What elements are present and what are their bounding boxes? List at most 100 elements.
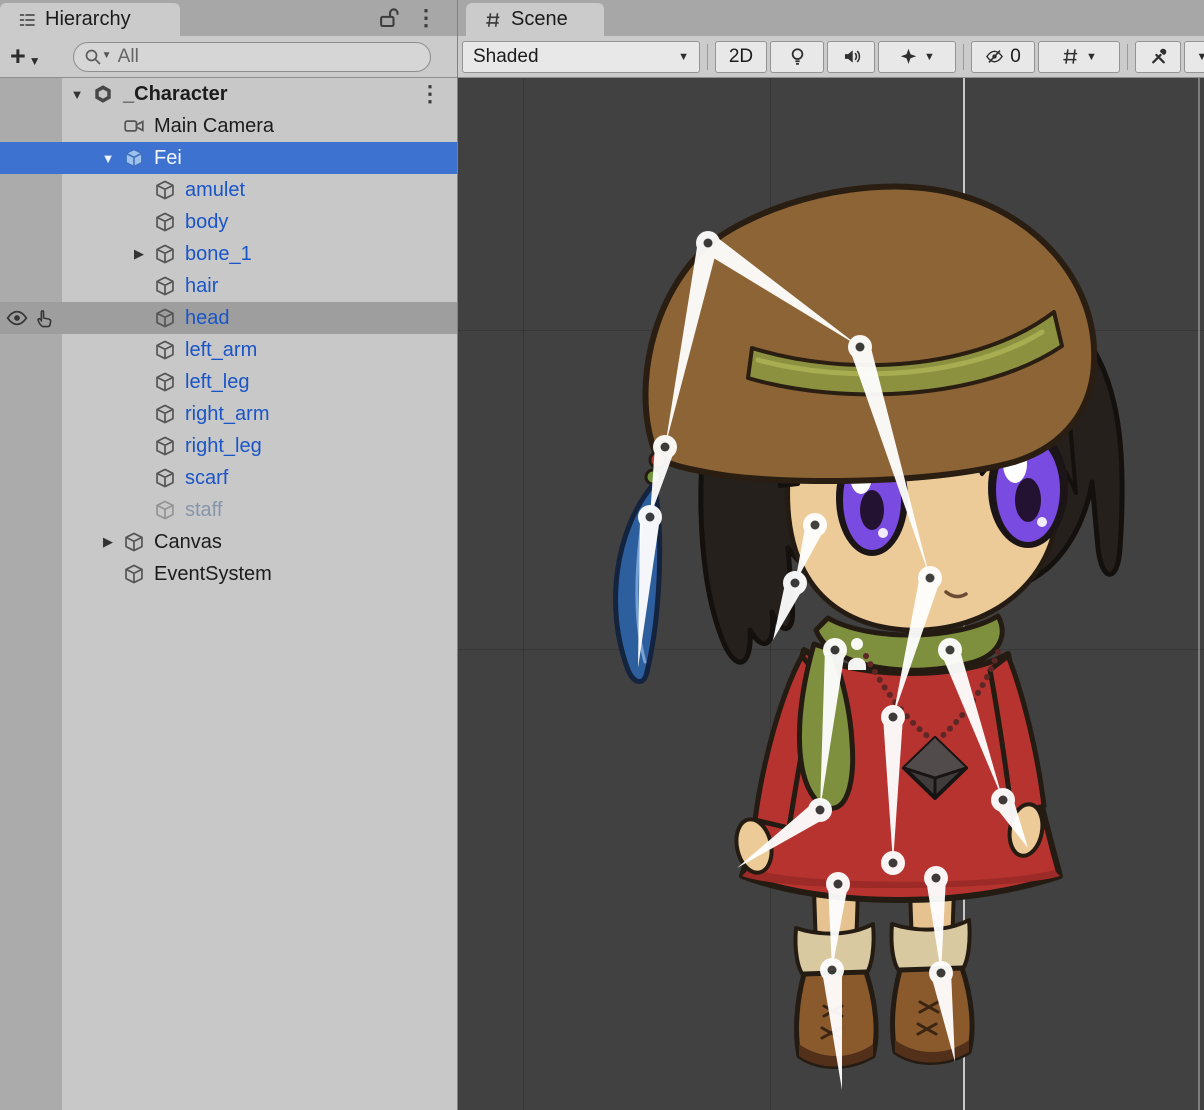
foldout-right-icon[interactable]: ▶ xyxy=(93,534,123,550)
cube-icon xyxy=(154,275,176,297)
hierarchy-item-left_arm[interactable]: left_arm xyxy=(0,334,457,366)
item-label: head xyxy=(185,307,230,330)
scene-viewport[interactable] xyxy=(458,78,1204,1110)
item-label: amulet xyxy=(185,179,245,202)
add-object-button[interactable]: + ▼ xyxy=(10,43,41,70)
2d-toggle-button[interactable]: 2D xyxy=(715,41,767,73)
foldout-down-icon[interactable]: ▼ xyxy=(93,151,123,166)
visibility-off-icon xyxy=(985,47,1004,66)
item-label: Main Camera xyxy=(154,115,274,138)
camera-icon xyxy=(123,115,145,137)
cube-icon xyxy=(154,211,176,233)
item-label: staff xyxy=(185,499,222,522)
cube-icon xyxy=(154,179,176,201)
scene-toolbar: Shaded ▼ 2D ▼ xyxy=(458,36,1204,78)
item-options-icon[interactable]: ⋮ xyxy=(419,81,441,107)
item-label: left_leg xyxy=(185,371,250,394)
hidden-count-label: 0 xyxy=(1010,46,1021,68)
tools-icon xyxy=(1149,47,1168,66)
item-label: _Character xyxy=(123,83,228,106)
cube-icon xyxy=(123,563,145,585)
hierarchy-search-input[interactable] xyxy=(73,42,431,72)
hierarchy-item-hair[interactable]: hair xyxy=(0,270,457,302)
eye-icon[interactable] xyxy=(6,307,28,329)
scene-lighting-toggle[interactable] xyxy=(770,41,824,73)
shading-mode-dropdown[interactable]: Shaded ▼ xyxy=(462,41,700,73)
chevron-down-icon: ▼ xyxy=(1197,51,1204,63)
tab-scene-label: Scene xyxy=(511,8,568,31)
search-icon xyxy=(84,48,102,66)
hierarchy-search: ▼ xyxy=(73,42,431,72)
foldout-down-icon[interactable]: ▼ xyxy=(62,87,92,102)
scene-panel: Scene Shaded ▼ 2D xyxy=(458,0,1204,1110)
search-filter-caret-icon[interactable]: ▼ xyxy=(102,50,112,61)
hierarchy-item-amulet[interactable]: amulet xyxy=(0,174,457,206)
item-label: EventSystem xyxy=(154,563,272,586)
hierarchy-item-head[interactable]: head xyxy=(0,302,457,334)
cube-icon xyxy=(154,339,176,361)
hierarchy-list-icon xyxy=(18,11,36,29)
pick-icon[interactable] xyxy=(34,307,56,329)
tab-hierarchy-label: Hierarchy xyxy=(45,8,131,31)
toolbar-separator xyxy=(963,44,964,70)
foldout-right-icon[interactable]: ▶ xyxy=(124,246,154,262)
chevron-down-icon: ▼ xyxy=(1086,51,1097,63)
hierarchy-item-eventsystem[interactable]: EventSystem xyxy=(0,558,457,590)
audio-icon xyxy=(842,47,861,66)
grid-icon xyxy=(484,11,502,29)
hierarchy-item-left_leg[interactable]: left_leg xyxy=(0,366,457,398)
overflow-dropdown[interactable]: ▼ xyxy=(1184,41,1204,73)
chevron-down-icon: ▼ xyxy=(678,51,689,63)
cube-icon xyxy=(154,307,176,329)
effects-icon xyxy=(899,47,918,66)
tab-scene[interactable]: Scene xyxy=(466,3,604,36)
right-boot xyxy=(891,920,972,1063)
item-label: left_arm xyxy=(185,339,257,362)
2d-label: 2D xyxy=(729,46,753,68)
hierarchy-item-canvas[interactable]: ▶Canvas xyxy=(0,526,457,558)
hierarchy-panel: Hierarchy ⋮ + ▼ ▼ ▼ _Character ⋮ Main Camer… xyxy=(0,0,458,1110)
scene-effects-dropdown[interactable]: ▼ xyxy=(878,41,956,73)
panel-menu-icon[interactable]: ⋮ xyxy=(415,7,437,29)
hierarchy-item-_character[interactable]: ▼ _Character ⋮ xyxy=(0,78,457,110)
hierarchy-tabstrip: Hierarchy ⋮ xyxy=(0,0,457,36)
cube-icon xyxy=(123,531,145,553)
lock-icon[interactable] xyxy=(377,7,399,29)
lightbulb-icon xyxy=(788,47,807,66)
scene-grid-dropdown[interactable]: ▼ xyxy=(1038,41,1120,73)
hierarchy-item-right_leg[interactable]: right_leg xyxy=(0,430,457,462)
unity-editor-window: Hierarchy ⋮ + ▼ ▼ ▼ _Character ⋮ Main Camer… xyxy=(0,0,1204,1110)
hierarchy-item-fei[interactable]: ▼ Fei xyxy=(0,142,457,174)
component-tools-button[interactable] xyxy=(1135,41,1181,73)
item-label: bone_1 xyxy=(185,243,252,266)
chevron-down-icon: ▼ xyxy=(29,54,41,68)
hierarchy-item-staff[interactable]: staff xyxy=(0,494,457,526)
hierarchy-item-main-camera[interactable]: Main Camera xyxy=(0,110,457,142)
hierarchy-item-right_arm[interactable]: right_arm xyxy=(0,398,457,430)
shading-mode-label: Shaded xyxy=(473,46,539,68)
cube-icon xyxy=(154,371,176,393)
tab-hierarchy[interactable]: Hierarchy xyxy=(0,3,180,36)
item-label: scarf xyxy=(185,467,228,490)
prefab-cube-icon xyxy=(123,147,145,169)
item-label: hair xyxy=(185,275,218,298)
cube-icon xyxy=(154,403,176,425)
hierarchy-item-bone_1[interactable]: ▶ bone_1 xyxy=(0,238,457,270)
item-label: body xyxy=(185,211,228,234)
cube-icon xyxy=(154,499,176,521)
cube-icon xyxy=(154,467,176,489)
item-label: right_leg xyxy=(185,435,262,458)
grid-snap-icon xyxy=(1061,47,1080,66)
unity-logo-icon xyxy=(92,83,114,105)
hierarchy-item-scarf[interactable]: scarf xyxy=(0,462,457,494)
plus-icon: + xyxy=(10,43,26,70)
hierarchy-item-body[interactable]: body xyxy=(0,206,457,238)
scene-visibility-toggle[interactable]: 0 xyxy=(971,41,1035,73)
hierarchy-tree[interactable]: ▼ _Character ⋮ Main Camera ▼ Feiamulet body ▶ bo… xyxy=(0,78,457,590)
cube-icon xyxy=(154,435,176,457)
item-label: Fei xyxy=(154,147,182,170)
toolbar-separator xyxy=(707,44,708,70)
item-label: right_arm xyxy=(185,403,269,426)
cube-icon xyxy=(154,243,176,265)
scene-audio-toggle[interactable] xyxy=(827,41,875,73)
